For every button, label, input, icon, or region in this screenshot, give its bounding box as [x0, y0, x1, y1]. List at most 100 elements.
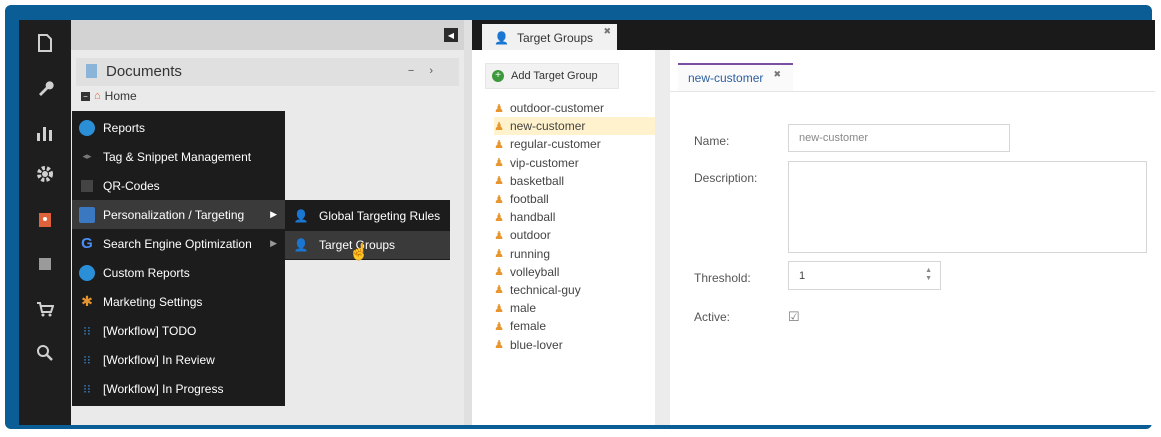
tree-header: ◀	[71, 20, 464, 50]
menu-item-marketing-settings[interactable]: ✱ Marketing Settings	[72, 287, 285, 316]
tag-icon: ◂▸	[82, 151, 92, 161]
google-icon: G	[81, 235, 93, 252]
menu-item-workflow-todo[interactable]: ⁝⁝ [Workflow] TODO	[72, 316, 285, 345]
list-item-label: basketball	[510, 173, 565, 188]
tab-target-groups[interactable]: 👤 Target Groups ✖	[482, 24, 617, 51]
tab-divider	[670, 91, 1155, 92]
menu-item-label: [Workflow] TODO	[103, 323, 197, 338]
menu-item-tag-snippet[interactable]: ◂▸ Tag & Snippet Management	[72, 142, 285, 171]
threshold-value: 1	[799, 269, 806, 282]
list-item[interactable]: ♟ regular-customer	[494, 135, 655, 153]
active-checkbox[interactable]: ☑	[788, 309, 800, 325]
gear-icon[interactable]	[29, 161, 61, 187]
list-item[interactable]: ♟ outdoor	[494, 226, 655, 244]
close-tab-icon[interactable]: ✖	[603, 26, 611, 37]
list-item[interactable]: ♟ new-customer	[494, 117, 655, 136]
tree-node-home[interactable]: − ⌂ Home	[81, 89, 137, 103]
bar-chart-icon[interactable]	[29, 120, 61, 146]
name-input[interactable]: new-customer	[788, 124, 1010, 152]
cart-icon[interactable]	[29, 296, 61, 322]
tab-new-customer[interactable]: new-customer ✖	[678, 63, 793, 91]
panel-splitter[interactable]	[464, 20, 472, 425]
documents-title: Documents	[106, 63, 182, 80]
threshold-input[interactable]: 1 ▲ ▼	[788, 261, 941, 290]
documents-panel-header[interactable]: Documents − ›	[76, 58, 459, 86]
list-item[interactable]: ♟ male	[494, 299, 655, 317]
tab-label: Target Groups	[516, 30, 593, 45]
menu-item-label: [Workflow] In Progress	[103, 381, 224, 396]
list-item[interactable]: ♟ blue-lover	[494, 335, 655, 353]
list-item[interactable]: ♟ volleyball	[494, 263, 655, 281]
list-item[interactable]: ♟ running	[494, 245, 655, 263]
list-item-label: running	[510, 246, 551, 261]
target-group-icon: ♟	[494, 284, 504, 297]
menu-item-label: QR-Codes	[103, 178, 160, 193]
menu-item-workflow-progress[interactable]: ⁝⁝ [Workflow] In Progress	[72, 374, 285, 403]
workflow-icon: ⁝⁝	[83, 352, 91, 367]
tab-label: new-customer	[688, 71, 764, 85]
list-item[interactable]: ♟ female	[494, 317, 655, 335]
menu-item-seo[interactable]: G Search Engine Optimization ▶	[72, 229, 285, 258]
target-group-icon: ♟	[494, 157, 504, 170]
collapse-panel-button[interactable]: ◀	[444, 28, 458, 42]
target-group-icon: ♟	[494, 211, 504, 224]
menu-item-qr-codes[interactable]: QR-Codes	[72, 171, 285, 200]
threshold-label: Threshold:	[694, 271, 751, 285]
panel-splitter[interactable]	[655, 50, 670, 425]
qr-code-icon	[81, 179, 93, 192]
active-label: Active:	[694, 310, 731, 324]
target-group-icon: ♟	[494, 175, 504, 188]
target-group-icon: ♟	[494, 302, 504, 315]
file-icon	[86, 64, 97, 78]
collapse-node-icon[interactable]: −	[81, 91, 90, 101]
target-groups-list: ♟ outdoor-customer ♟ new-customer ♟ regular-c…	[494, 99, 655, 354]
menu-item-custom-reports[interactable]: Custom Reports	[72, 258, 285, 287]
tree-node-label: Home	[104, 89, 137, 103]
close-tab-icon[interactable]: ✖	[773, 69, 781, 80]
list-item-label: male	[510, 301, 537, 316]
list-item-label: handball	[510, 210, 556, 225]
menu-item-label: Search Engine Optimization	[103, 236, 252, 251]
list-item[interactable]: ♟ basketball	[494, 172, 655, 190]
submenu-arrow-icon: ▶	[270, 209, 277, 219]
submenu-arrow-icon: ▶	[270, 238, 277, 248]
data-object-icon[interactable]	[29, 251, 61, 277]
personalization-icon	[79, 206, 95, 223]
contact-book-icon[interactable]	[29, 207, 61, 233]
menu-item-workflow-review[interactable]: ⁝⁝ [Workflow] In Review	[72, 345, 285, 374]
menu-item-reports[interactable]: Reports	[72, 113, 285, 142]
search-icon[interactable]	[29, 340, 61, 366]
list-item[interactable]: ♟ technical-guy	[494, 281, 655, 299]
target-group-detail-panel: new-customer ✖ Name: new-customer Descri…	[670, 50, 1155, 425]
add-target-group-button[interactable]: + Add Target Group	[485, 63, 619, 89]
panel-controls[interactable]: − ›	[408, 65, 439, 77]
menu-item-label: Custom Reports	[103, 265, 190, 280]
description-label: Description:	[694, 171, 758, 185]
target-group-icon: ♟	[494, 102, 504, 115]
list-item-label: outdoor-customer	[510, 101, 605, 116]
target-group-icon: ♟	[494, 138, 504, 151]
target-group-icon: 👤	[293, 238, 309, 252]
target-group-icon: ♟	[494, 120, 504, 133]
target-groups-panel: + Add Target Group ♟ outdoor-customer ♟ new…	[472, 50, 655, 425]
list-item-label: new-customer	[510, 119, 586, 134]
targeting-person-icon: 👤	[293, 209, 309, 223]
menu-item-personalization[interactable]: Personalization / Targeting ▶	[72, 200, 285, 229]
menu-item-label: Reports	[103, 120, 146, 135]
wrench-icon[interactable]	[29, 75, 61, 101]
add-button-label: Add Target Group	[511, 70, 598, 82]
submenu-item-global-targeting[interactable]: 👤 Global Targeting Rules	[285, 202, 450, 230]
target-group-icon: 👤	[494, 30, 509, 45]
description-textarea[interactable]	[788, 161, 1147, 253]
document-icon[interactable]	[29, 30, 61, 56]
target-group-icon: ♟	[494, 229, 504, 242]
spinner-icon[interactable]: ▲ ▼	[925, 267, 932, 283]
list-item[interactable]: ♟ vip-customer	[494, 154, 655, 172]
list-item[interactable]: ♟ handball	[494, 208, 655, 226]
list-item[interactable]: ♟ football	[494, 190, 655, 208]
list-item[interactable]: ♟ outdoor-customer	[494, 99, 655, 117]
left-icon-bar	[19, 20, 71, 425]
app-window: ◀ Documents − › − ⌂ Home Reports ◂▸ Tag …	[19, 20, 1155, 425]
list-item-label: volleyball	[510, 264, 560, 279]
custom-reports-icon	[79, 264, 95, 281]
